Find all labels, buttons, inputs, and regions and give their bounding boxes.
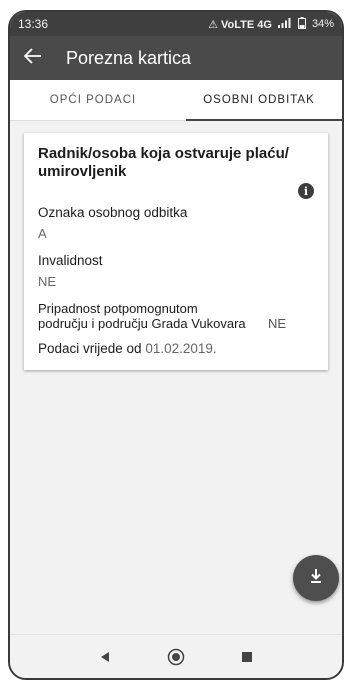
phone-frame: 13:36 ⚠ VoLTE 4G 34% Porezna kartica OPĆ…	[8, 10, 344, 680]
deduction-code-value: A	[38, 226, 47, 241]
region-value: NE	[267, 316, 286, 331]
app-bar: Porezna kartica	[10, 36, 342, 80]
field-disability: Invalidnost NE	[38, 253, 314, 289]
battery-icon	[297, 16, 306, 32]
deduction-code-label: Oznaka osobnog odbitka	[38, 205, 188, 220]
main-content: Radnik/osoba koja ostvaruje plaću/ umiro…	[10, 121, 342, 659]
arrow-left-icon[interactable]	[23, 47, 56, 70]
home-circle-icon[interactable]	[162, 643, 190, 671]
network-icons: ⚠ VoLTE 4G	[208, 18, 272, 31]
tab-bar: OPĆI PODACI OSOBNI ODBITAK	[10, 80, 342, 121]
battery-percent: 34%	[311, 18, 334, 30]
download-icon	[309, 568, 323, 589]
info-row: i	[38, 183, 314, 199]
card-title: Radnik/osoba koja ostvaruje plaću/ umiro…	[38, 145, 289, 180]
page-title: Porezna kartica	[66, 47, 192, 68]
recents-square-icon[interactable]	[233, 643, 261, 671]
disability-label: Invalidnost	[38, 253, 103, 268]
info-icon[interactable]: i	[298, 183, 314, 199]
valid-from-date: 01.02.2019.	[145, 341, 217, 356]
status-bar: 13:36 ⚠ VoLTE 4G 34%	[10, 12, 342, 36]
status-icons: ⚠ VoLTE 4G 34%	[208, 16, 334, 32]
tab-personal-deduction[interactable]: OSOBNI ODBITAK	[176, 80, 342, 121]
region-label: Pripadnost potpomognutom području i podr…	[38, 301, 246, 331]
valid-from-label: Podaci vrijede od	[38, 341, 142, 356]
valid-from-row: Podaci vrijede od 01.02.2019.	[38, 341, 314, 356]
back-triangle-icon[interactable]	[91, 643, 119, 671]
status-time: 13:36	[18, 17, 49, 31]
download-button[interactable]	[293, 555, 339, 601]
tab-general-data[interactable]: OPĆI PODACI	[10, 80, 176, 120]
signal-icon	[277, 17, 292, 31]
field-deduction-code: Oznaka osobnog odbitka A	[38, 205, 314, 241]
system-nav-bar	[10, 634, 342, 678]
disability-value: NE	[38, 274, 57, 289]
field-region: Pripadnost potpomognutom području i podr…	[38, 301, 314, 331]
deduction-card: Radnik/osoba koja ostvaruje plaću/ umiro…	[24, 133, 328, 370]
